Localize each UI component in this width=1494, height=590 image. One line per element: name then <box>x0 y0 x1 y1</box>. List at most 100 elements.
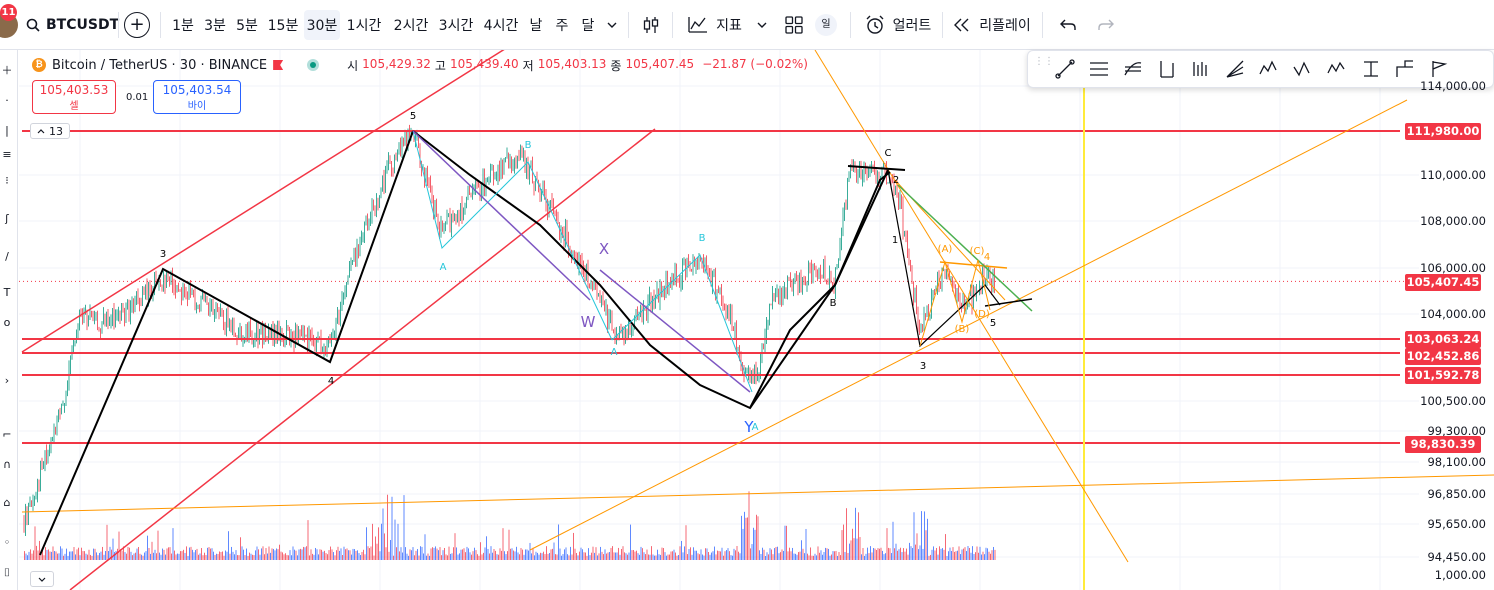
fib-icon[interactable]: ⁝ <box>0 174 14 188</box>
trend-line-tool-button[interactable] <box>1048 54 1082 84</box>
chart-type-button[interactable] <box>636 10 666 40</box>
lines-icon[interactable]: ≡ <box>0 148 14 162</box>
text-icon[interactable]: T <box>0 286 14 300</box>
volume-bar <box>219 551 220 560</box>
measure-tool-button[interactable] <box>1354 54 1388 84</box>
chart-pane[interactable]: 3 4 5 B C 1 2 3 4 5 A B A B A X W Y (A) (B) (C) (D) <box>19 50 1494 590</box>
volume-bar <box>261 548 262 560</box>
interval-month[interactable]: 달 <box>576 10 600 40</box>
indicators-collapse-button[interactable]: 13 <box>30 123 70 139</box>
undo-button[interactable] <box>1054 10 1082 40</box>
flag-icon[interactable] <box>273 60 284 70</box>
interval-1m[interactable]: 1분 <box>168 10 198 40</box>
volume-bar <box>607 552 609 560</box>
volume-bar <box>367 546 369 560</box>
elliott-impulse-tool-button[interactable] <box>1252 54 1286 84</box>
sell-label: 셀 <box>69 101 79 112</box>
indicators-dropdown[interactable] <box>752 10 772 40</box>
shape-icon[interactable]: o <box>0 316 14 330</box>
volume-bar <box>576 552 577 560</box>
interval-30m[interactable]: 30분 <box>304 10 340 40</box>
buy-button[interactable]: 105,403.54 바이 <box>153 80 241 114</box>
compare-add-button[interactable]: + <box>124 12 150 38</box>
indicators-button[interactable]: 지표 <box>684 10 746 40</box>
trend-line-icon <box>1055 59 1075 79</box>
sell-button[interactable]: 105,403.53 셀 <box>32 80 116 114</box>
ruler-icon[interactable]: ⌐ <box>0 428 14 442</box>
market-open-icon <box>307 59 320 71</box>
interval-15m[interactable]: 15분 <box>265 10 301 40</box>
close-key: 종 <box>610 58 622 73</box>
brush-icon[interactable]: ʃ <box>0 212 14 226</box>
volume-bar <box>595 547 597 560</box>
dot-icon[interactable]: · <box>0 94 14 108</box>
volume-bar <box>732 555 733 560</box>
interval-dropdown[interactable] <box>602 10 622 40</box>
parallel-channel-tool-button[interactable] <box>1082 54 1116 84</box>
magnet-icon[interactable]: ∩ <box>0 458 14 472</box>
volume-bar <box>748 491 750 560</box>
volume-bar <box>942 548 943 560</box>
volume-bar <box>463 548 465 560</box>
volume-bar <box>648 554 649 560</box>
volume-bar <box>276 548 277 560</box>
alert-button[interactable]: 얼러트 <box>862 10 934 40</box>
lock-icon[interactable]: ⌂ <box>0 496 14 510</box>
volume-bar <box>918 549 919 560</box>
volume-bar <box>90 554 91 560</box>
fib-retracement-tool-button[interactable] <box>1116 54 1150 84</box>
elliott-triangle-tool-button[interactable] <box>1320 54 1354 84</box>
pane-collapse-button[interactable] <box>30 571 54 587</box>
interval-day[interactable]: 날 <box>524 10 548 40</box>
interval-week[interactable]: 주 <box>550 10 574 40</box>
redo-button[interactable] <box>1092 10 1120 40</box>
interval-2h[interactable]: 2시간 <box>389 10 433 40</box>
volume-bar <box>933 546 934 560</box>
fan-tool-button[interactable] <box>1218 54 1252 84</box>
volume-bar <box>504 551 505 560</box>
volume-bar <box>816 555 817 560</box>
interval-1h[interactable]: 1시간 <box>344 10 384 40</box>
interval-3h[interactable]: 3시간 <box>434 10 478 40</box>
volume-bar <box>457 554 459 560</box>
symbol-search[interactable]: BTCUSDT <box>26 11 119 39</box>
volume-bar <box>279 544 280 560</box>
volume-bar <box>663 548 664 560</box>
volume-bar <box>456 547 457 560</box>
price-tag: 105,407.45 <box>1405 274 1481 291</box>
volume-bar <box>243 549 244 560</box>
volume-bar <box>334 555 336 560</box>
wave-label: 4 <box>984 252 990 263</box>
interval-5m[interactable]: 5분 <box>232 10 262 40</box>
long-short-icon-path <box>1193 62 1207 76</box>
layout-button[interactable] <box>780 10 808 40</box>
pen-icon[interactable]: / <box>0 250 14 264</box>
volume-bar <box>988 551 990 560</box>
volume-bar <box>150 553 151 560</box>
volume-bar <box>60 546 61 560</box>
arrow-right-icon[interactable]: › <box>0 374 14 388</box>
replay-button[interactable]: 리플레이 <box>952 10 1032 40</box>
symbol-title[interactable]: Bitcoin / TetherUS · 30 · BINANCE <box>52 58 267 73</box>
trash-icon[interactable]: ⌷ <box>0 566 14 580</box>
volume-bar <box>339 550 340 560</box>
interval-3m[interactable]: 3분 <box>200 10 230 40</box>
drag-handle-icon[interactable]: ⋮⋮ <box>1034 57 1054 79</box>
crosshair-icon[interactable]: ＋ <box>0 64 14 78</box>
long-short-tool-button[interactable] <box>1184 54 1218 84</box>
volume-bar <box>526 549 528 560</box>
chart-canvas[interactable]: 345BC12345ABABAXWY(A)(B)(C)(D) <box>19 50 1494 590</box>
volume-bar <box>267 553 268 560</box>
volume-bar <box>43 555 45 560</box>
volume-bar <box>702 554 703 560</box>
volume-bar <box>274 550 276 560</box>
layout-sync-button[interactable]: 일 <box>814 10 838 40</box>
eye-icon[interactable]: ◦ <box>0 536 14 550</box>
volume-bar <box>244 555 246 560</box>
elliott-correction-tool-button[interactable] <box>1286 54 1320 84</box>
measure-icon-path <box>1364 61 1378 77</box>
cursor-icon[interactable]: | <box>0 124 14 138</box>
volume-bar <box>436 548 438 560</box>
pitchfork-tool-button[interactable] <box>1150 54 1184 84</box>
interval-4h[interactable]: 4시간 <box>479 10 523 40</box>
